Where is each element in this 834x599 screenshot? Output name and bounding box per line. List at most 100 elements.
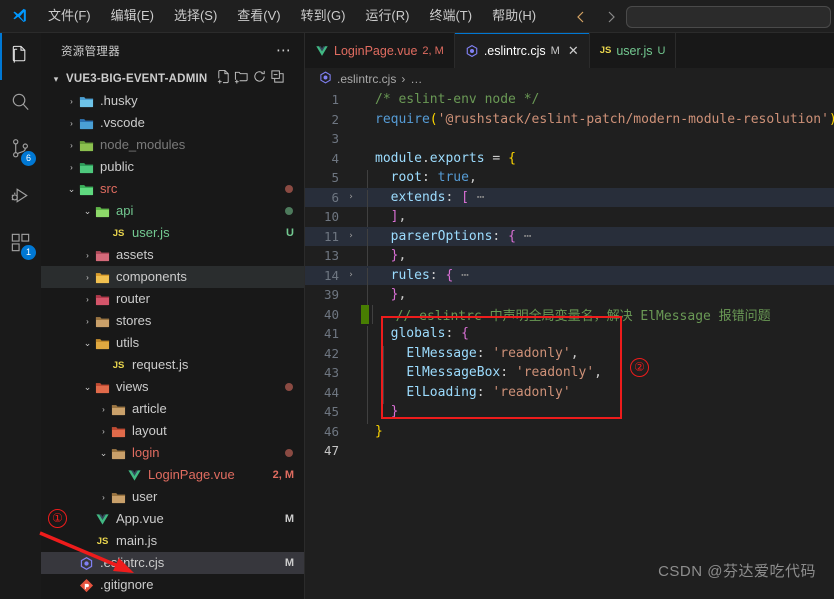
code-line[interactable]: 10 ], [305, 207, 834, 229]
chevron-right-icon[interactable]: › [81, 295, 94, 304]
tree-item-main-js[interactable]: JS main.js [41, 530, 304, 552]
tree-item-gitignore[interactable]: .gitignore [41, 574, 304, 596]
chevron-down-icon[interactable]: ⌄ [81, 338, 94, 349]
command-center-input[interactable] [626, 5, 831, 28]
tree-item-article[interactable]: › article [41, 398, 304, 420]
chevron-down-icon[interactable]: ⌄ [65, 184, 78, 195]
activity-bar-item-run-debug[interactable] [0, 174, 41, 221]
title-bar-right [566, 0, 834, 33]
chevron-right-icon[interactable]: › [97, 427, 110, 436]
editor-tab-eslintrc-cjs[interactable]: .eslintrc.cjs M ✕ [454, 33, 590, 68]
code-line[interactable]: 2 require('@rushstack/eslint-patch/modern… [305, 110, 834, 130]
chevron-right-icon[interactable]: › [65, 97, 78, 106]
tree-item-public[interactable]: › public [41, 156, 304, 178]
close-icon[interactable]: ✕ [568, 44, 579, 57]
breadcrumb-file[interactable]: .eslintrc.cjs [337, 72, 396, 86]
fold-chevron-icon[interactable]: › [343, 270, 359, 280]
fold-chevron-icon[interactable]: › [343, 231, 359, 241]
activity-bar-item-search[interactable] [0, 80, 41, 127]
refresh-icon[interactable] [252, 69, 267, 89]
new-file-icon[interactable] [216, 69, 231, 89]
code-line[interactable]: 45 } [305, 402, 834, 424]
menu-item[interactable]: 运行(R) [356, 4, 418, 28]
menu-item[interactable]: 选择(S) [165, 4, 226, 28]
tree-item-request-js[interactable]: JS request.js [41, 354, 304, 376]
fold-chevron-icon[interactable]: › [343, 192, 359, 202]
back-button[interactable] [566, 0, 596, 33]
code-line[interactable]: 42 ElMessage: 'readonly', [305, 344, 834, 366]
menu-item[interactable]: 查看(V) [228, 4, 289, 28]
code-token: , [570, 345, 579, 361]
workspace-root-row[interactable]: ▾ VUE3-BIG-EVENT-ADMIN [41, 68, 304, 90]
line-number: 11 [323, 228, 339, 244]
collapse-all-icon[interactable] [270, 69, 285, 89]
tree-item-eslintrc-cjs[interactable]: .eslintrc.cjs M [41, 552, 304, 574]
tree-item-api[interactable]: ⌄ api [41, 200, 304, 222]
menu-item[interactable]: 终端(T) [420, 4, 481, 28]
code-line[interactable]: 4 module.exports = { [305, 149, 834, 169]
code-line[interactable]: 47 [305, 441, 834, 461]
tree-item-views[interactable]: ⌄ views [41, 376, 304, 398]
code-line[interactable]: 11 › parserOptions: { ⋯ [305, 226, 834, 249]
tree-item-vscode[interactable]: › .vscode [41, 112, 304, 134]
breadcrumb-more[interactable]: … [410, 72, 422, 86]
code-line[interactable]: 1 /* eslint-env node */ [305, 90, 834, 110]
code-line[interactable]: 43 ElMessageBox: 'readonly', [305, 363, 834, 385]
code-line[interactable]: 41 globals: { [305, 324, 834, 346]
explorer-header: 资源管理器 ⋯ [41, 33, 304, 68]
chevron-right-icon[interactable]: › [81, 251, 94, 260]
code-token: } [375, 423, 383, 439]
forward-button[interactable] [596, 0, 626, 33]
tree-item-user-js[interactable]: JS user.js U [41, 222, 304, 244]
tree-item-stores[interactable]: › stores [41, 310, 304, 332]
activity-bar-item-extensions[interactable]: 1 [0, 221, 41, 268]
explorer-more-actions-icon[interactable]: ⋯ [276, 43, 292, 58]
tree-item-app-vue[interactable]: App.vue M [41, 508, 304, 530]
new-folder-icon[interactable] [234, 69, 249, 89]
code-line[interactable]: 44 ElLoading: 'readonly' [305, 383, 834, 405]
tree-item-loginpage-vue[interactable]: LoginPage.vue 2, M [41, 464, 304, 486]
code-line[interactable]: 39 }, [305, 285, 834, 307]
menu-item[interactable]: 帮助(H) [483, 4, 545, 28]
chevron-down-icon[interactable]: ⌄ [81, 382, 94, 393]
menu-item[interactable]: 编辑(E) [102, 4, 163, 28]
tree-item-components[interactable]: › components [41, 266, 304, 288]
chevron-right-icon[interactable]: › [81, 273, 94, 282]
chevron-right-icon[interactable]: › [65, 163, 78, 172]
tree-item-node-modules[interactable]: › node_modules [41, 134, 304, 156]
chevron-right-icon[interactable]: › [81, 317, 94, 326]
tree-item-layout[interactable]: › layout [41, 420, 304, 442]
code-line[interactable]: 14 › rules: { ⋯ [305, 265, 834, 288]
code-line[interactable]: 5 root: true, [305, 168, 834, 190]
tree-item-src[interactable]: ⌄ src [41, 178, 304, 200]
tree-item-user[interactable]: › user [41, 486, 304, 508]
activity-bar-item-explorer[interactable] [0, 33, 41, 80]
chevron-right-icon[interactable]: › [97, 493, 110, 502]
code-line[interactable]: 40 // eslintrc 中声明全局变量名，解决 ElMessage 报错问… [305, 304, 834, 325]
menu-item[interactable]: 文件(F) [39, 4, 100, 28]
tree-item-assets[interactable]: › assets [41, 244, 304, 266]
menu-item[interactable]: 转到(G) [292, 4, 355, 28]
editor-tab-loginpage-vue[interactable]: LoginPage.vue 2, M [305, 33, 455, 68]
code-editor[interactable]: 1 /* eslint-env node */ 2 require('@rushsta… [305, 90, 834, 599]
chevron-down-icon[interactable]: ⌄ [81, 206, 94, 217]
activity-bar-item-source-control[interactable]: 6 [0, 127, 41, 174]
editor-tab-user-js[interactable]: JS user.js U [589, 33, 677, 68]
chevron-down-icon[interactable]: ⌄ [97, 448, 110, 459]
code-line[interactable]: 46} [305, 422, 834, 442]
tree-item-utils[interactable]: ⌄ utils [41, 332, 304, 354]
code-line[interactable]: 13 }, [305, 246, 834, 268]
git-status-dot [285, 185, 293, 193]
code-line[interactable]: 3 [305, 129, 834, 149]
chevron-right-icon[interactable]: › [65, 141, 78, 150]
code-line[interactable]: 6 › extends: [ ⋯ [305, 187, 834, 210]
tree-item-husky[interactable]: › .husky [41, 90, 304, 112]
tree-item-router[interactable]: › router [41, 288, 304, 310]
chevron-right-icon[interactable]: › [65, 119, 78, 128]
tree-item-login[interactable]: ⌄ login [41, 442, 304, 464]
chevron-right-icon[interactable]: › [97, 405, 110, 414]
